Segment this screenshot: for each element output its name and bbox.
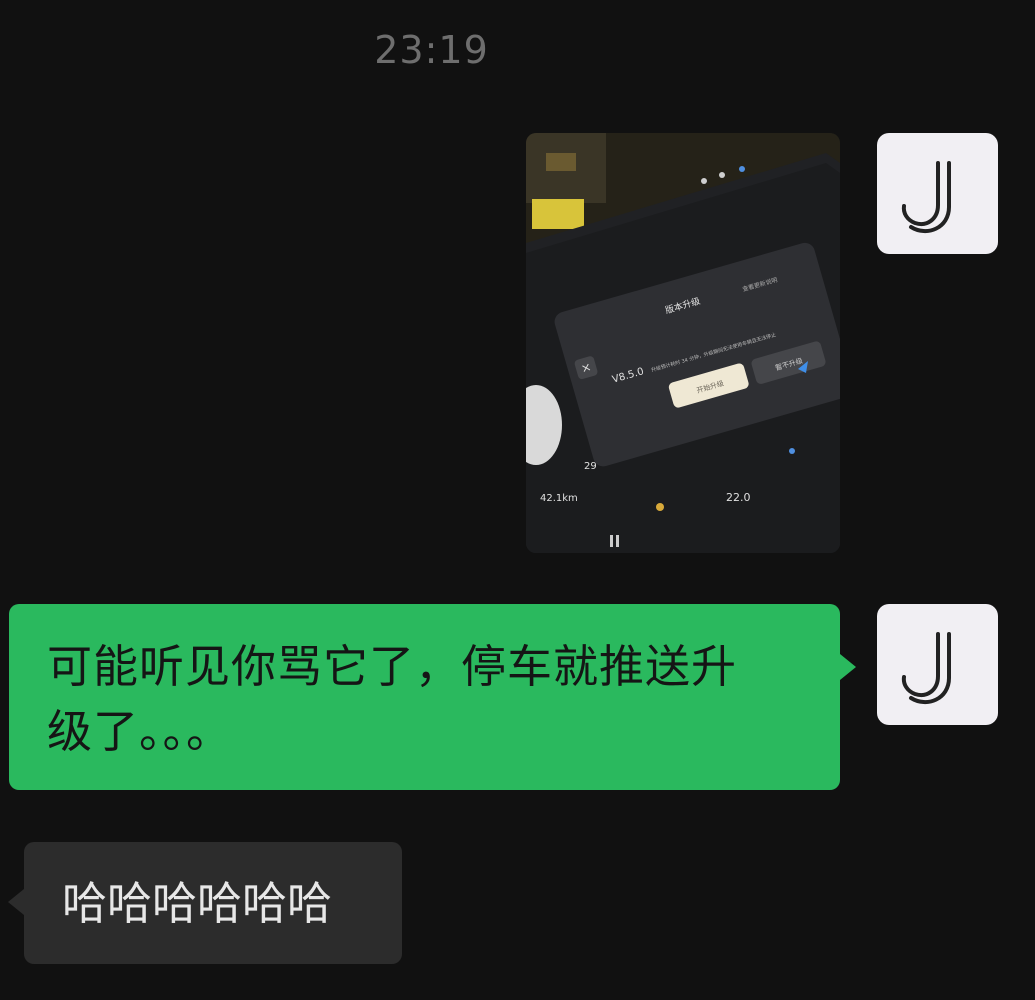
bubble-tail — [8, 889, 24, 915]
small-value: 29 — [584, 461, 597, 472]
temperature-readout: 22.0 — [726, 491, 751, 504]
j-logo-icon — [901, 161, 951, 234]
bubble-tail — [840, 654, 856, 680]
sent-message-bubble[interactable]: 可能听见你骂它了，停车就推送升 级了。。。 — [9, 604, 856, 790]
window-light — [532, 199, 584, 229]
message-text: 哈哈哈哈哈哈 — [62, 877, 333, 930]
chat-timestamp: 23:19 — [374, 28, 489, 72]
message-text-line: 级了。。。 — [47, 705, 233, 758]
distance-readout: 42.1km — [540, 493, 578, 504]
message-text-line: 可能听见你骂它了，停车就推送升 — [47, 640, 738, 693]
image-message[interactable]: 版本升级 查看更新说明 × V8.5.0 升级预计耗时 34 分钟，升级期间无法… — [526, 133, 840, 553]
avatar[interactable] — [877, 604, 998, 725]
avatar[interactable] — [877, 133, 998, 254]
received-message-bubble[interactable]: 哈哈哈哈哈哈 — [8, 842, 402, 964]
j-logo-icon — [901, 632, 951, 705]
